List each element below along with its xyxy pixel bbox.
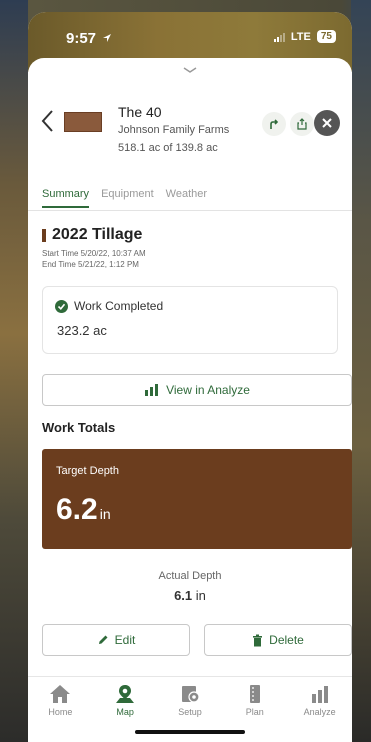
- work-completed-value: 323.2 ac: [57, 323, 107, 338]
- field-detail-sheet: The 40 Johnson Family Farms 518.1 ac of …: [28, 58, 352, 742]
- delete-button[interactable]: Delete: [204, 624, 352, 656]
- tabbar-home[interactable]: Home: [32, 684, 88, 736]
- back-chevron-icon[interactable]: [40, 108, 56, 134]
- collapse-chevron-icon[interactable]: [182, 66, 198, 74]
- actual-depth-value: 6.1 in: [28, 588, 352, 603]
- tab-weather[interactable]: Weather: [166, 188, 207, 208]
- close-button[interactable]: [314, 110, 340, 136]
- operation-title: 2022 Tillage: [42, 226, 142, 244]
- start-time: Start Time 5/20/22, 10:37 AM: [42, 249, 146, 258]
- edit-button[interactable]: Edit: [42, 624, 190, 656]
- plan-icon: [249, 685, 260, 703]
- setup-gear-icon: [181, 686, 200, 703]
- signal-icon: [273, 32, 285, 42]
- share-button[interactable]: [290, 112, 314, 136]
- battery-icon: 75: [316, 30, 336, 43]
- tabbar-setup-label: Setup: [178, 707, 202, 717]
- phone-screen: 9:57 LTE 75 The 40 Johnson Family Farms …: [28, 12, 352, 742]
- delete-label: Delete: [269, 633, 304, 647]
- background-right-edge: [351, 0, 371, 742]
- home-indicator[interactable]: [135, 730, 245, 734]
- field-acres: 518.1 ac of 139.8 ac: [118, 142, 218, 154]
- view-in-analyze-label: View in Analyze: [166, 383, 250, 397]
- analyze-chart-icon: [145, 384, 159, 396]
- work-completed-card: Work Completed 323.2 ac: [42, 286, 338, 354]
- work-completed-text: Work Completed: [74, 299, 164, 313]
- tabbar-setup[interactable]: Setup: [162, 684, 218, 736]
- target-depth-number: 6.2: [56, 493, 98, 526]
- target-depth-label: Target Depth: [56, 465, 119, 477]
- tabbar-map[interactable]: Map: [97, 684, 153, 736]
- tab-divider: [28, 210, 352, 211]
- bottom-tab-bar: Home Map Setup Plan Analyze: [28, 684, 352, 736]
- actual-depth-label: Actual Depth: [158, 570, 222, 582]
- check-circle-icon: [55, 299, 68, 313]
- trash-icon: [253, 634, 263, 646]
- tabbar-home-label: Home: [48, 707, 73, 717]
- work-totals-title: Work Totals: [42, 420, 116, 435]
- tabbar-divider: [28, 676, 352, 677]
- tabbar-map-label: Map: [116, 707, 134, 717]
- end-time: End Time 5/21/22, 1:12 PM: [42, 260, 139, 269]
- tabbar-analyze[interactable]: Analyze: [292, 684, 348, 736]
- share-icon: [297, 118, 307, 130]
- network-label: LTE: [290, 30, 311, 43]
- target-depth-value: 6.2 in: [56, 493, 111, 527]
- map-pin-icon: [116, 685, 135, 703]
- field-header: The 40 Johnson Family Farms 518.1 ac of …: [28, 90, 352, 154]
- target-depth-card: Target Depth 6.2 in: [42, 449, 352, 549]
- tabbar-plan[interactable]: Plan: [227, 684, 283, 736]
- work-completed-label: Work Completed: [55, 299, 163, 313]
- home-icon: [50, 685, 71, 703]
- status-indicators: LTE 75: [273, 30, 336, 43]
- directions-arrow-icon: [270, 119, 279, 129]
- view-in-analyze-button[interactable]: View in Analyze: [42, 374, 352, 406]
- field-thumbnail: [64, 112, 102, 132]
- tabbar-plan-label: Plan: [245, 707, 264, 717]
- location-arrow-icon: [103, 34, 112, 42]
- tab-summary[interactable]: Summary: [42, 188, 90, 208]
- operation-title-text: 2022 Tillage: [52, 226, 143, 243]
- edit-label: Edit: [114, 633, 136, 647]
- directions-button[interactable]: [262, 112, 286, 136]
- pencil-icon: [98, 635, 108, 644]
- detail-tabs: Summary Equipment Weather: [42, 188, 207, 208]
- status-time: 9:57: [66, 30, 112, 47]
- tabbar-analyze-label: Analyze: [303, 707, 336, 717]
- tab-equipment[interactable]: Equipment: [101, 188, 154, 208]
- analyze-bars-icon: [311, 686, 328, 703]
- tillage-color-swatch: [42, 228, 46, 242]
- actual-depth-unit: in: [195, 588, 206, 603]
- actual-depth-number: 6.1: [174, 588, 193, 603]
- farm-name: Johnson Family Farms: [118, 124, 230, 136]
- background-left-edge: [0, 0, 28, 742]
- field-name: The 40: [118, 104, 162, 120]
- target-depth-unit: in: [99, 506, 111, 522]
- close-icon: [322, 118, 332, 128]
